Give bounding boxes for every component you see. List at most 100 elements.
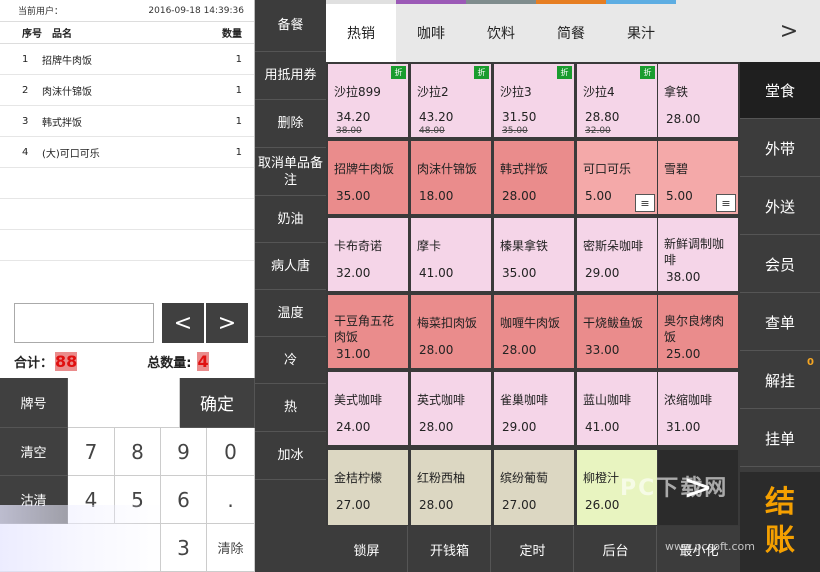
product-tile[interactable]: 摩卡 41.00 xyxy=(411,218,491,291)
product-tile[interactable]: 沙拉3 31.50 35.00 折 xyxy=(494,64,574,137)
product-tile[interactable]: 拿铁 28.00 xyxy=(658,64,738,137)
product-price: 35.00 xyxy=(502,266,537,280)
product-name: 干烧鲅鱼饭 xyxy=(583,316,644,330)
product-tile[interactable]: 奥尔良烤肉饭 25.00 xyxy=(658,295,738,368)
product-tile[interactable]: 招牌牛肉饭 35.00 xyxy=(328,141,408,214)
tab-hot[interactable]: 热销 xyxy=(326,0,396,62)
key-9[interactable]: 9 xyxy=(161,428,207,476)
takeout-button[interactable]: 外带 xyxy=(740,120,820,177)
product-tile[interactable]: 榛果拿铁 35.00 xyxy=(494,218,574,291)
key-8[interactable]: 8 xyxy=(115,428,161,476)
product-tile[interactable]: 雪碧 5.00 ≡ xyxy=(658,141,738,214)
remark-ice[interactable]: 加冰 xyxy=(255,432,326,480)
product-price: 31.00 xyxy=(336,347,371,361)
table-row[interactable]: 1 招牌牛肉饭 1 xyxy=(0,44,254,75)
product-tile[interactable]: 沙拉2 43.20 48.00 折 xyxy=(411,64,491,137)
blurred-region xyxy=(0,505,165,572)
product-name: 雀巢咖啡 xyxy=(500,393,549,407)
open-cashbox-button[interactable]: 开钱箱 xyxy=(409,526,491,572)
product-price: 33.00 xyxy=(585,343,620,357)
table-row[interactable]: 3 韩式拌饭 1 xyxy=(0,106,254,137)
remark-sugar[interactable]: 病人唐 xyxy=(255,243,326,290)
product-price: 35.00 xyxy=(336,189,371,203)
tab-drinks[interactable]: 饮料 xyxy=(466,0,536,62)
product-price: 41.00 xyxy=(419,266,454,280)
key-6[interactable]: 6 xyxy=(161,476,207,524)
product-price: 24.00 xyxy=(336,420,371,434)
table-row[interactable]: 4 (大)可口可乐 1 xyxy=(0,137,254,168)
remark-cream[interactable]: 奶油 xyxy=(255,196,326,243)
product-tile[interactable]: 红粉西柚 28.00 xyxy=(411,450,491,525)
delete-item-button[interactable]: 删除 xyxy=(255,100,326,148)
product-tile[interactable]: 雀巢咖啡 29.00 xyxy=(494,372,574,445)
col-no: 序号 xyxy=(22,29,42,40)
options-menu-icon[interactable]: ≡ xyxy=(716,194,736,212)
product-tile[interactable]: 密斯朵咖啡 29.00 xyxy=(577,218,657,291)
check-order-button[interactable]: 查单 xyxy=(740,294,820,351)
product-tile[interactable]: 沙拉4 28.80 32.00 折 xyxy=(577,64,657,137)
product-tile[interactable]: 美式咖啡 24.00 xyxy=(328,372,408,445)
remark-cold[interactable]: 冷 xyxy=(255,337,326,384)
product-name: 密斯朵咖啡 xyxy=(583,239,644,253)
product-tile[interactable]: 英式咖啡 28.00 xyxy=(411,372,491,445)
product-tile[interactable]: 卡布奇诺 32.00 xyxy=(328,218,408,291)
product-tile[interactable]: 干烧鲅鱼饭 33.00 xyxy=(577,295,657,368)
confirm-button[interactable]: 确定 xyxy=(180,378,255,428)
product-name: 奥尔良烤肉饭 xyxy=(664,314,725,344)
order-search-input[interactable] xyxy=(14,303,154,343)
prepare-button[interactable]: 备餐 xyxy=(255,0,326,52)
tab-meals[interactable]: 简餐 xyxy=(536,0,606,62)
total-line: 合计： 88 总数量: 4 xyxy=(14,350,244,372)
product-tile[interactable]: 干豆角五花肉饭 31.00 xyxy=(328,295,408,368)
product-tile[interactable]: 韩式拌饭 28.00 xyxy=(494,141,574,214)
row-qty: 1 xyxy=(235,84,242,96)
product-tile[interactable]: 蓝山咖啡 41.00 xyxy=(577,372,657,445)
product-tile[interactable]: 梅菜扣肉饭 28.00 xyxy=(411,295,491,368)
key-3[interactable]: 3 xyxy=(161,524,207,572)
product-price: 28.00 xyxy=(419,420,454,434)
remark-temperature[interactable]: 温度 xyxy=(255,290,326,337)
tab-coffee[interactable]: 咖啡 xyxy=(396,0,466,62)
product-price: 32.00 xyxy=(336,266,371,280)
delete-button[interactable]: 清除 xyxy=(207,524,255,572)
remark-hot[interactable]: 热 xyxy=(255,384,326,432)
delivery-button[interactable]: 外送 xyxy=(740,178,820,235)
tag-number-button[interactable]: 牌号 xyxy=(0,378,68,428)
prev-page-button[interactable]: < xyxy=(162,303,204,343)
product-price: 5.00 xyxy=(585,189,612,203)
product-tile[interactable]: 沙拉899 34.20 38.00 折 xyxy=(328,64,408,137)
product-name: 招牌牛肉饭 xyxy=(334,162,395,176)
product-tile[interactable]: 缤纷葡萄 27.00 xyxy=(494,450,574,525)
product-tile[interactable]: 金桔柠檬 27.00 xyxy=(328,450,408,525)
member-button[interactable]: 会员 xyxy=(740,236,820,293)
key-7[interactable]: 7 xyxy=(68,428,115,476)
cancel-remark-button[interactable]: 取消单品备注 xyxy=(255,148,326,196)
product-tile[interactable]: 肉沫什锦饭 18.00 xyxy=(411,141,491,214)
key-dot[interactable]: . xyxy=(207,476,255,524)
product-name: 咖喱牛肉饭 xyxy=(500,316,561,330)
order-datetime: 2016-09-18 14:39:36 xyxy=(148,5,244,16)
product-name: 雪碧 xyxy=(664,162,689,176)
dine-in-button[interactable]: 堂食 xyxy=(740,62,820,119)
lock-screen-button[interactable]: 锁屏 xyxy=(326,526,408,572)
options-menu-icon[interactable]: ≡ xyxy=(635,194,655,212)
row-name: 肉沫什锦饭 xyxy=(42,86,92,98)
product-name: 红粉西柚 xyxy=(417,471,466,485)
product-tile[interactable]: 浓缩咖啡 31.00 xyxy=(658,372,738,445)
key-0[interactable]: 0 xyxy=(207,428,255,476)
table-row[interactable]: 2 肉沫什锦饭 1 xyxy=(0,75,254,106)
voucher-button[interactable]: 用抵用券 xyxy=(255,52,326,100)
backend-button[interactable]: 后台 xyxy=(575,526,657,572)
tab-juice[interactable]: 果汁 xyxy=(606,0,676,62)
hold-button[interactable]: 挂单 xyxy=(740,410,820,467)
product-tile[interactable]: 可口可乐 5.00 ≡ xyxy=(577,141,657,214)
product-tile[interactable]: 咖喱牛肉饭 28.00 xyxy=(494,295,574,368)
tag-number-display[interactable] xyxy=(68,378,180,428)
timer-button[interactable]: 定时 xyxy=(492,526,574,572)
checkout-button[interactable]: 结 账 xyxy=(740,472,820,572)
next-page-button[interactable]: > xyxy=(206,303,248,343)
product-name: 浓缩咖啡 xyxy=(664,393,713,407)
tab-next-button[interactable]: > xyxy=(758,0,820,62)
product-tile[interactable]: 新鲜调制咖啡 38.00 xyxy=(658,218,738,291)
clear-all-button[interactable]: 清空 xyxy=(0,428,68,476)
